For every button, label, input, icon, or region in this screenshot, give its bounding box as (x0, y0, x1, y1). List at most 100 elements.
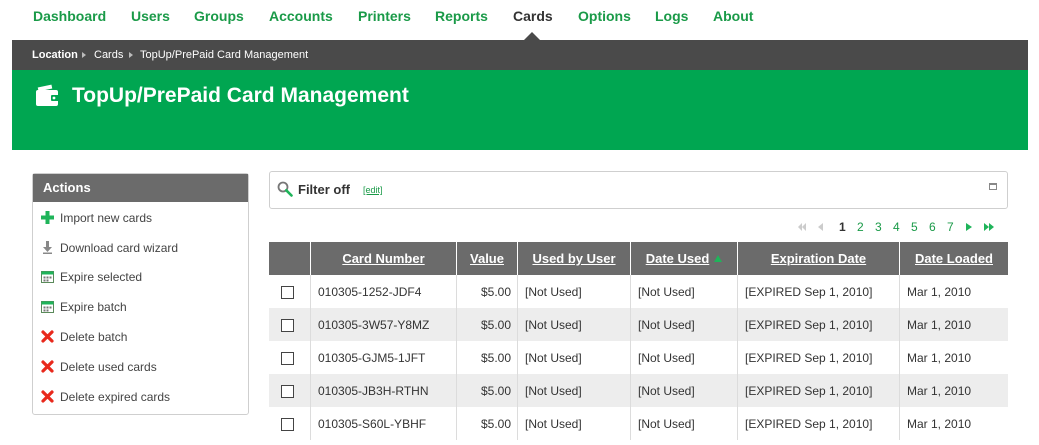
page-link[interactable]: 7 (947, 220, 954, 234)
action-label: Delete expired cards (60, 390, 171, 404)
action-label: Delete used cards (60, 360, 157, 374)
value-cell: $5.00 (456, 275, 517, 308)
nav-users[interactable]: Users (131, 8, 170, 24)
table-header: Card Number Value Used by User Date Used… (269, 242, 1008, 275)
card-number-cell: 010305-S60L-YBHF (310, 407, 456, 440)
row-checkbox[interactable] (281, 352, 294, 365)
expire-batch-button[interactable]: Expire batch (33, 297, 248, 319)
table-row: 010305-JB3H-RTHN $5.00 [Not Used] [Not Used… (269, 374, 1008, 407)
used-by-user-cell: [Not Used] (517, 407, 630, 440)
table-row: 010305-GJM5-1JFT $5.00 [Not Used] [Not Used… (269, 341, 1008, 374)
date-used-cell: [Not Used] (630, 275, 737, 308)
page-link[interactable]: 4 (893, 220, 900, 234)
filter-panel: Filter off [edit] (269, 171, 1008, 209)
date-loaded-cell: Mar 1, 2010 (899, 407, 1008, 440)
breadcrumb-cards[interactable]: Cards (94, 49, 123, 61)
expiration-date-cell: [EXPIRED Sep 1, 2010] (737, 374, 899, 407)
last-page-icon-part (989, 223, 994, 231)
download-card-wizard-button[interactable]: Download card wizard (33, 238, 248, 260)
actions-title: Actions (33, 174, 248, 202)
pagination: 1 2 3 4 5 6 7 (0, 218, 1039, 236)
sort-ascending-icon (714, 255, 723, 262)
action-label: Expire selected (60, 270, 143, 284)
row-checkbox[interactable] (281, 286, 294, 299)
nav-about[interactable]: About (713, 8, 753, 24)
delete-x-icon (41, 330, 54, 343)
table-row: 010305-3W57-Y8MZ $5.00 [Not Used] [Not Used… (269, 308, 1008, 341)
previous-page-icon[interactable] (818, 223, 823, 231)
date-used-cell: [Not Used] (630, 308, 737, 341)
page-link[interactable]: 5 (911, 220, 918, 234)
delete-x-icon (41, 360, 54, 373)
date-used-cell: [Not Used] (630, 341, 737, 374)
nav-accounts[interactable]: Accounts (269, 8, 333, 24)
row-checkbox[interactable] (281, 418, 294, 431)
column-header-value[interactable]: Value (456, 242, 517, 275)
breadcrumb-separator-icon (82, 52, 86, 58)
delete-used-cards-button[interactable]: Delete used cards (33, 357, 248, 379)
card-number-cell: 010305-JB3H-RTHN (310, 374, 456, 407)
date-loaded-cell: Mar 1, 2010 (899, 275, 1008, 308)
filter-edit-link[interactable]: [edit] (363, 185, 383, 195)
used-by-user-cell: [Not Used] (517, 341, 630, 374)
nav-printers[interactable]: Printers (358, 8, 411, 24)
breadcrumb: Location Cards TopUp/PrePaid Card Manage… (12, 40, 1028, 70)
next-page-icon[interactable] (966, 223, 972, 231)
nav-reports[interactable]: Reports (435, 8, 488, 24)
used-by-user-cell: [Not Used] (517, 275, 630, 308)
page-link[interactable]: 2 (857, 220, 864, 234)
delete-batch-button[interactable]: Delete batch (33, 327, 248, 349)
page-link-current: 1 (839, 220, 846, 234)
calendar-icon (41, 301, 54, 313)
column-header-expiration-date[interactable]: Expiration Date (737, 242, 899, 275)
expire-selected-button[interactable]: Expire selected (33, 267, 248, 289)
table-row: 010305-1252-JDF4 $5.00 [Not Used] [Not Used… (269, 275, 1008, 308)
used-by-user-cell: [Not Used] (517, 308, 630, 341)
download-icon (43, 241, 52, 254)
calendar-icon (41, 271, 54, 283)
breadcrumb-location: Location (32, 49, 78, 61)
page-title: TopUp/PrePaid Card Management (72, 84, 409, 107)
date-used-cell: [Not Used] (630, 374, 737, 407)
expiration-date-cell: [EXPIRED Sep 1, 2010] (737, 341, 899, 374)
value-cell: $5.00 (456, 407, 517, 440)
minimize-icon[interactable] (989, 183, 997, 190)
date-used-cell: [Not Used] (630, 407, 737, 440)
action-label: Download card wizard (60, 241, 179, 255)
nav-options[interactable]: Options (578, 8, 631, 24)
card-number-cell: 010305-GJM5-1JFT (310, 341, 456, 374)
wallet-icon (36, 84, 59, 106)
delete-expired-cards-button[interactable]: Delete expired cards (33, 387, 248, 409)
card-number-cell: 010305-3W57-Y8MZ (310, 308, 456, 341)
page-link[interactable]: 3 (875, 220, 882, 234)
top-navigation: Dashboard Users Groups Accounts Printers… (0, 0, 1039, 40)
expiration-date-cell: [EXPIRED Sep 1, 2010] (737, 308, 899, 341)
date-loaded-cell: Mar 1, 2010 (899, 341, 1008, 374)
value-cell: $5.00 (456, 308, 517, 341)
column-header-date-used[interactable]: Date Used (630, 242, 737, 275)
column-header-used-by-user[interactable]: Used by User (517, 242, 630, 275)
page-link[interactable]: 6 (929, 220, 936, 234)
row-checkbox[interactable] (281, 385, 294, 398)
action-label: Expire batch (60, 300, 127, 314)
delete-x-icon (41, 390, 54, 403)
used-by-user-cell: [Not Used] (517, 374, 630, 407)
expiration-date-cell: [EXPIRED Sep 1, 2010] (737, 407, 899, 440)
nav-dashboard[interactable]: Dashboard (33, 8, 106, 24)
column-header-card-number[interactable]: Card Number (310, 242, 456, 275)
select-column-header (269, 242, 310, 275)
first-page-icon-part (802, 223, 806, 231)
date-loaded-cell: Mar 1, 2010 (899, 308, 1008, 341)
filter-status: Filter off (298, 182, 350, 197)
nav-cards[interactable]: Cards (513, 8, 553, 24)
value-cell: $5.00 (456, 341, 517, 374)
nav-groups[interactable]: Groups (194, 8, 244, 24)
row-checkbox[interactable] (281, 319, 294, 332)
breadcrumb-current: TopUp/PrePaid Card Management (140, 49, 309, 61)
column-header-date-loaded[interactable]: Date Loaded (899, 242, 1008, 275)
active-nav-indicator (524, 32, 540, 40)
table-row: 010305-S60L-YBHF $5.00 [Not Used] [Not Used… (269, 407, 1008, 440)
nav-logs[interactable]: Logs (655, 8, 688, 24)
action-label: Delete batch (60, 330, 128, 344)
date-loaded-cell: Mar 1, 2010 (899, 374, 1008, 407)
